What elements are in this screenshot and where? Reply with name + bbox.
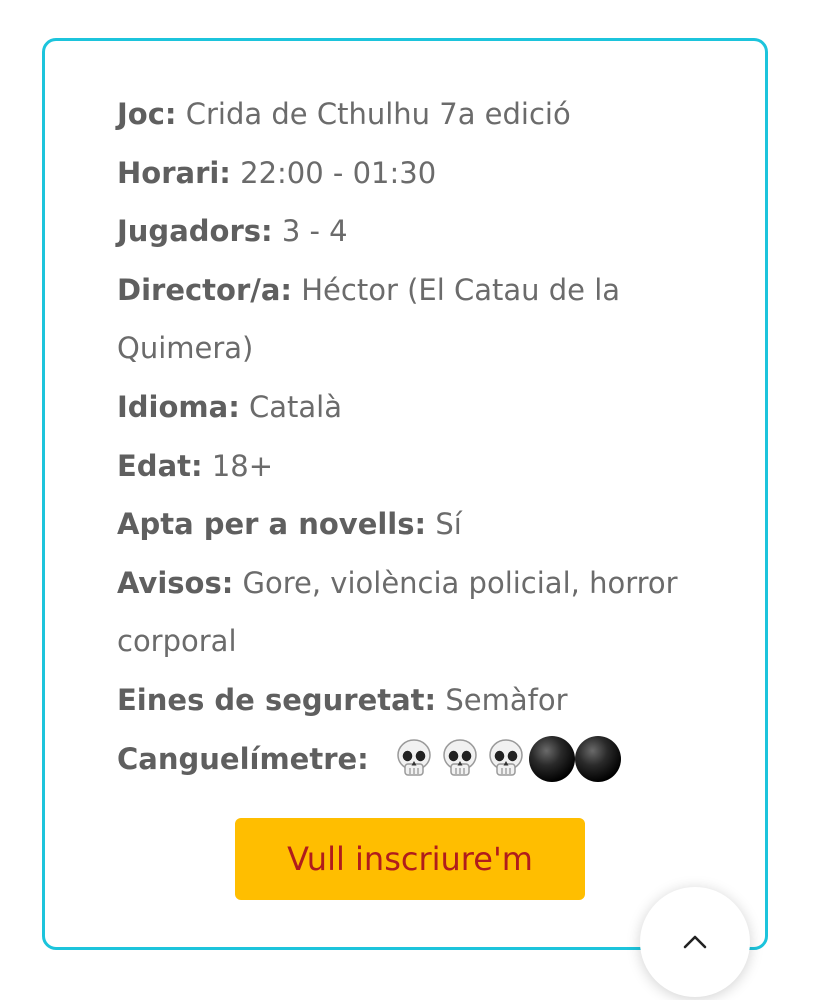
info-row-warnings: Avisos: Gore, violència policial, horror… (117, 554, 697, 671)
black-circle-icon (574, 735, 621, 782)
info-row-beginners: Apta per a novells: Sí (117, 495, 697, 554)
signup-button[interactable]: Vull inscriure'm (235, 818, 585, 900)
scroll-to-top-button[interactable] (640, 887, 750, 997)
info-row-fear-gauge: Canguelímetre: (117, 730, 697, 789)
info-value: 22:00 - 01:30 (230, 155, 437, 190)
info-row-safety-tools: Eines de seguretat: Semàfor (117, 671, 697, 730)
chevron-up-icon (683, 935, 707, 949)
info-value: Crida de Cthulhu 7a edició (176, 97, 571, 131)
info-value: Semàfor (436, 682, 568, 717)
gauge-label: Canguelímetre: (117, 741, 369, 776)
info-key: Apta per a novells: (117, 507, 427, 542)
event-card: Joc: Crida de Cthulhu 7a edició Horari: … (42, 38, 768, 950)
info-key: Joc: (117, 97, 177, 131)
info-value: 3 - 4 (272, 214, 348, 249)
info-key: Director/a: (117, 272, 293, 307)
info-value: 18+ (202, 448, 274, 483)
info-key: Avisos: (117, 565, 234, 600)
info-value: Català (239, 389, 343, 424)
info-row-players: Jugadors: 3 - 4 (117, 202, 697, 261)
info-key: Jugadors: (117, 214, 273, 249)
info-row-age: Edat: 18+ (117, 437, 697, 496)
skull-icon (483, 736, 529, 782)
info-row-director: Director/a: Héctor (El Catau de la Quime… (117, 261, 697, 378)
info-key: Edat: (117, 448, 203, 483)
event-info-list: Joc: Crida de Cthulhu 7a edició Horari: … (117, 85, 697, 788)
info-row-language: Idioma: Català (117, 378, 697, 437)
black-circle-icon (528, 735, 575, 782)
info-key: Eines de seguretat: (117, 682, 437, 717)
fear-gauge (391, 735, 621, 782)
skull-icon (437, 736, 483, 782)
info-key: Idioma: (117, 389, 240, 424)
skull-icon (391, 736, 437, 782)
info-row-game: Joc: Crida de Cthulhu 7a edició (117, 85, 697, 144)
info-value: Sí (426, 507, 462, 542)
info-key: Horari: (117, 155, 231, 190)
info-row-schedule: Horari: 22:00 - 01:30 (117, 144, 697, 203)
